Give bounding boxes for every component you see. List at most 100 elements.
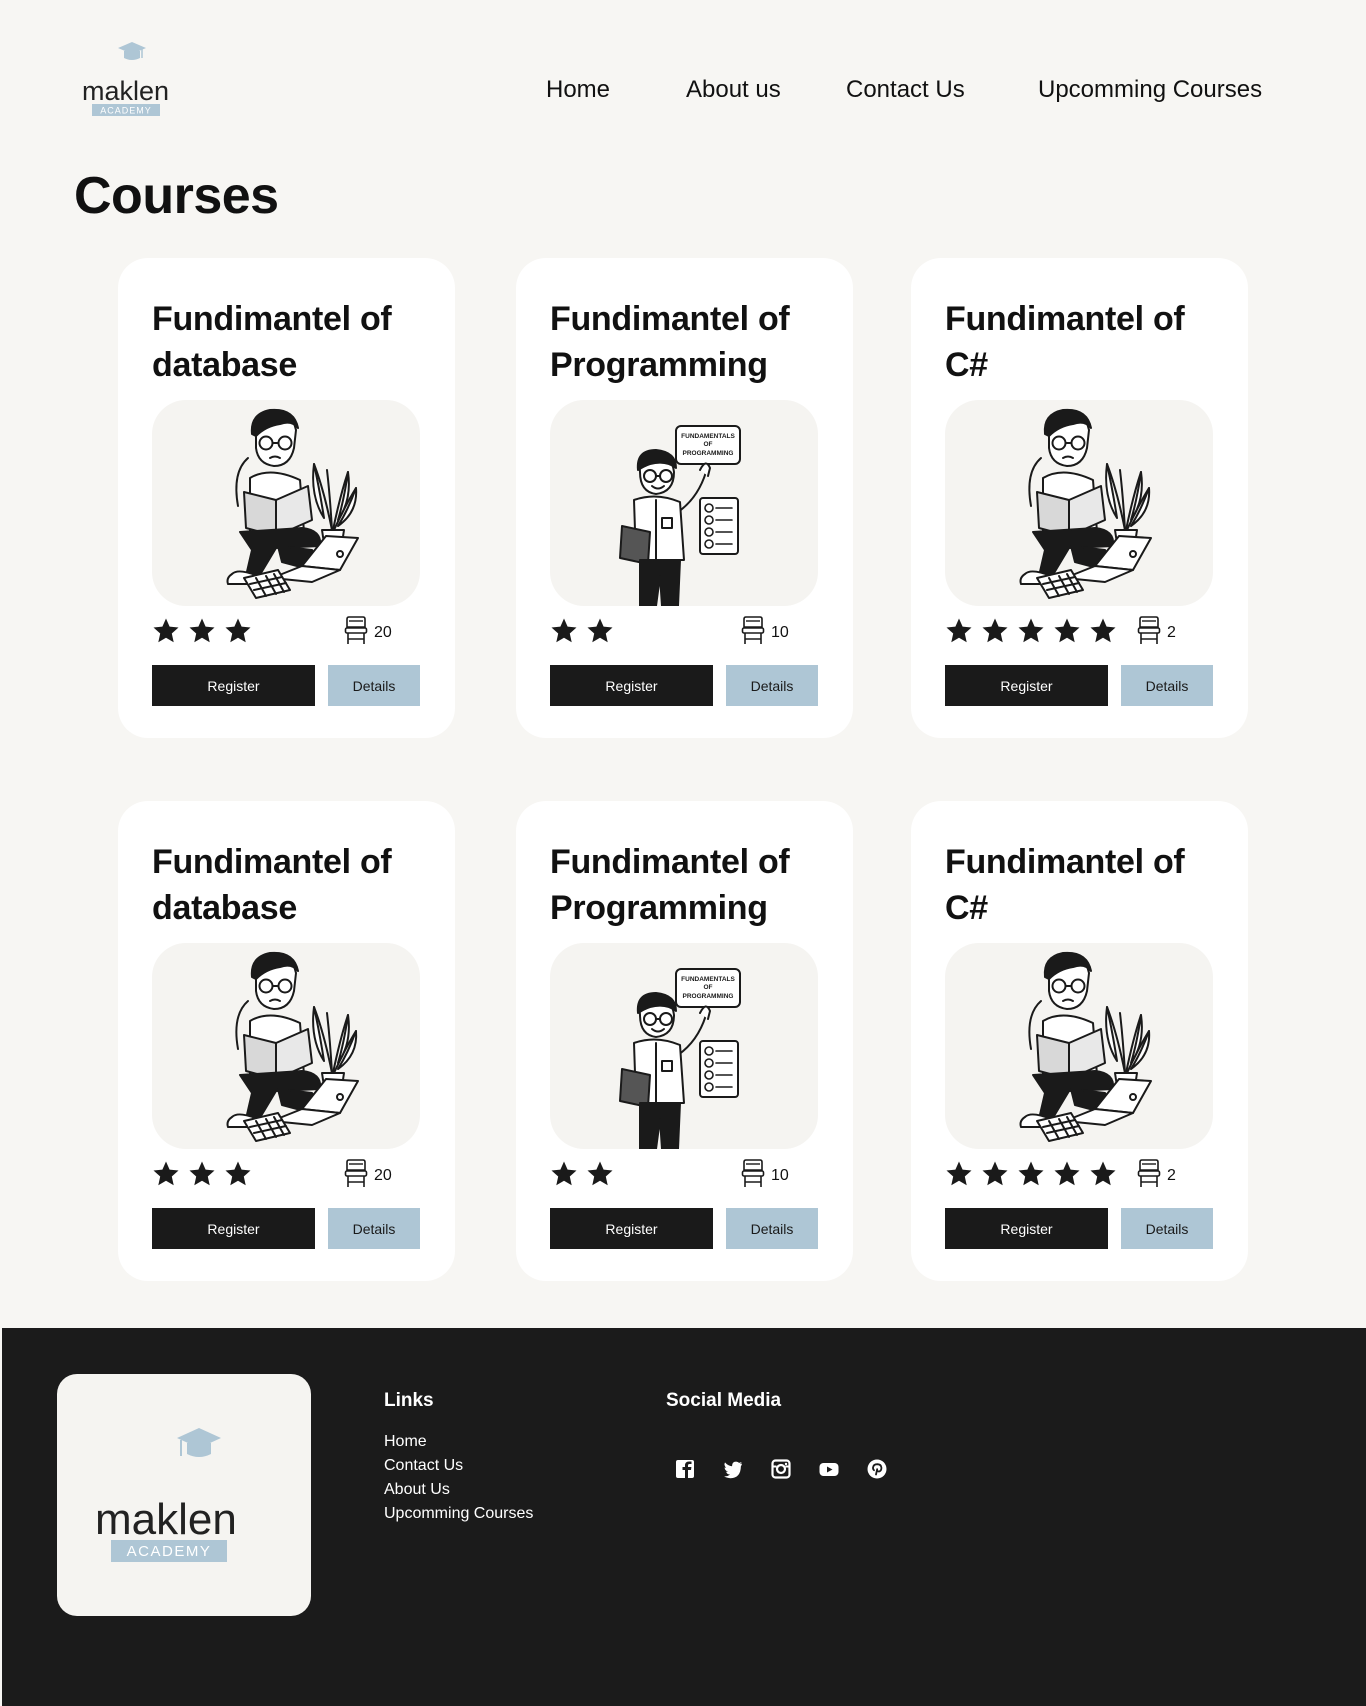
course-card: Fundimantel of database 20 Register Deta…	[118, 258, 455, 738]
footer-link-about-us[interactable]: About Us	[384, 1478, 533, 1502]
details-button[interactable]: Details	[1121, 1208, 1213, 1249]
course-rating	[152, 1160, 252, 1190]
nav-home[interactable]: Home	[546, 72, 610, 108]
star-icon	[1017, 617, 1045, 647]
svg-text:ACADEMY: ACADEMY	[100, 106, 152, 116]
star-icon	[188, 617, 216, 647]
course-title: Fundimantel of database	[152, 300, 392, 384]
register-button[interactable]: Register	[152, 665, 315, 706]
course-rating	[945, 1160, 1117, 1190]
student-reading-icon	[945, 943, 1213, 1149]
youtube-icon[interactable]	[818, 1458, 840, 1480]
seats-count: 20	[344, 615, 392, 650]
student-reading-icon	[945, 400, 1213, 606]
instagram-icon[interactable]	[770, 1458, 792, 1480]
seats-count: 2	[1137, 1158, 1176, 1193]
star-icon	[188, 1160, 216, 1190]
star-icon	[152, 1160, 180, 1190]
star-icon	[1089, 617, 1117, 647]
course-card: Fundimantel of Programming FUNDAMENTALS …	[516, 258, 853, 738]
seats-value: 2	[1167, 1166, 1176, 1184]
svg-text:PROGRAMMING: PROGRAMMING	[683, 993, 734, 1000]
facebook-icon[interactable]	[674, 1458, 696, 1480]
seats-count: 10	[741, 1158, 789, 1193]
svg-text:PROGRAMMING: PROGRAMMING	[683, 450, 734, 457]
teacher-presenting-icon: FUNDAMENTALS OF PROGRAMMING	[550, 400, 818, 606]
page-title: Courses	[74, 167, 279, 225]
register-button[interactable]: Register	[550, 665, 713, 706]
star-icon	[586, 617, 614, 647]
star-icon	[1053, 1160, 1081, 1190]
chair-icon	[1137, 615, 1161, 650]
course-card: Fundimantel of Programming FUNDAMENTALS …	[516, 801, 853, 1281]
chair-icon	[1137, 1158, 1161, 1193]
register-button[interactable]: Register	[945, 665, 1108, 706]
footer-social-heading: Social Media	[666, 1390, 782, 1411]
star-icon	[981, 617, 1009, 647]
footer-link-home[interactable]: Home	[384, 1430, 533, 1454]
seats-value: 20	[374, 1166, 392, 1184]
course-title: Fundimantel of database	[152, 843, 392, 927]
course-title: Fundimantel of Programming	[550, 843, 790, 927]
star-icon	[981, 1160, 1009, 1190]
chair-icon	[741, 1158, 765, 1193]
details-button[interactable]: Details	[328, 1208, 420, 1249]
course-rating	[152, 617, 252, 647]
star-icon	[586, 1160, 614, 1190]
star-icon	[945, 617, 973, 647]
course-card: Fundimantel of C# 2 Register Details	[911, 258, 1248, 738]
star-icon	[550, 617, 578, 647]
course-rating	[550, 617, 614, 647]
register-button[interactable]: Register	[550, 1208, 713, 1249]
course-card: Fundimantel of C# 2 Register Details	[911, 801, 1248, 1281]
svg-text:FUNDAMENTALS: FUNDAMENTALS	[681, 976, 735, 983]
seats-value: 10	[771, 1166, 789, 1184]
footer-links-heading: Links	[384, 1390, 434, 1411]
seats-value: 20	[374, 623, 392, 641]
svg-text:OF: OF	[703, 984, 712, 991]
star-icon	[1053, 617, 1081, 647]
svg-text:FUNDAMENTALS: FUNDAMENTALS	[681, 433, 735, 440]
details-button[interactable]: Details	[328, 665, 420, 706]
footer-link-upcoming-courses[interactable]: Upcomming Courses	[384, 1502, 533, 1526]
details-button[interactable]: Details	[1121, 665, 1213, 706]
course-rating	[550, 1160, 614, 1190]
star-icon	[1017, 1160, 1045, 1190]
teacher-presenting-icon: FUNDAMENTALS OF PROGRAMMING	[550, 943, 818, 1149]
svg-text:OF: OF	[703, 441, 712, 448]
nav-contact-us[interactable]: Contact Us	[846, 72, 965, 108]
seats-value: 10	[771, 623, 789, 641]
details-button[interactable]: Details	[726, 665, 818, 706]
footer-link-contact-us[interactable]: Contact Us	[384, 1454, 533, 1478]
register-button[interactable]: Register	[945, 1208, 1108, 1249]
social-icons	[674, 1458, 888, 1480]
student-reading-icon	[152, 943, 420, 1149]
footer: maklen ACADEMY Links Home Contact Us Abo…	[2, 1328, 1366, 1706]
chair-icon	[344, 615, 368, 650]
seats-value: 2	[1167, 623, 1176, 641]
svg-text:maklen: maklen	[82, 76, 169, 106]
details-button[interactable]: Details	[726, 1208, 818, 1249]
nav-about-us[interactable]: About us	[686, 72, 781, 108]
footer-links-list: Home Contact Us About Us Upcomming Cours…	[384, 1430, 533, 1526]
course-rating	[945, 617, 1117, 647]
twitter-icon[interactable]	[722, 1458, 744, 1480]
nav-upcoming-courses[interactable]: Upcomming Courses	[1038, 72, 1262, 108]
chair-icon	[741, 615, 765, 650]
svg-text:ACADEMY: ACADEMY	[127, 1543, 212, 1560]
svg-text:maklen: maklen	[95, 1495, 237, 1544]
star-icon	[224, 617, 252, 647]
pinterest-icon[interactable]	[866, 1458, 888, 1480]
star-icon	[550, 1160, 578, 1190]
register-button[interactable]: Register	[152, 1208, 315, 1249]
course-title: Fundimantel of C#	[945, 843, 1185, 927]
star-icon	[152, 617, 180, 647]
star-icon	[945, 1160, 973, 1190]
star-icon	[224, 1160, 252, 1190]
seats-count: 20	[344, 1158, 392, 1193]
seats-count: 2	[1137, 615, 1176, 650]
brand-logo[interactable]: maklen ACADEMY	[78, 36, 184, 122]
star-icon	[1089, 1160, 1117, 1190]
footer-logo[interactable]: maklen ACADEMY	[57, 1374, 311, 1616]
course-card: Fundimantel of database 20 Register Deta…	[118, 801, 455, 1281]
